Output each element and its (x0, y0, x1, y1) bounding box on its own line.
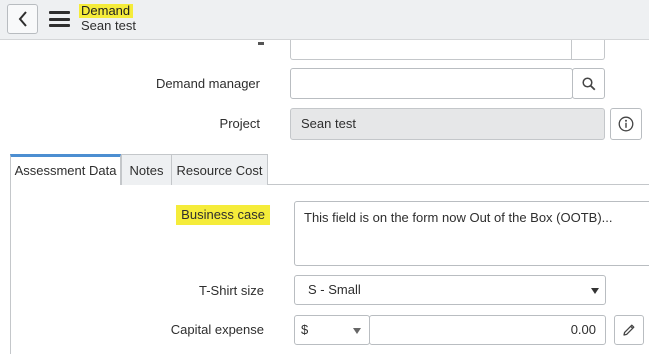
project-label: Project (219, 116, 260, 131)
chevron-left-icon (18, 11, 27, 27)
chevron-down-icon (591, 288, 599, 294)
pencil-icon (623, 324, 635, 336)
capital-expense-edit-button[interactable] (614, 315, 644, 345)
currency-value: $ (301, 322, 309, 337)
currency-select[interactable]: $ (294, 315, 370, 345)
demand-manager-input[interactable] (290, 68, 573, 99)
capital-expense-amount-input[interactable]: 0.00 (369, 315, 606, 345)
tshirt-size-select[interactable]: S - Small (294, 275, 606, 305)
chevron-down-icon (353, 328, 361, 334)
form-header: Demand Sean test (0, 0, 649, 40)
back-button[interactable] (7, 4, 38, 34)
record-type: Demand (79, 4, 134, 18)
record-name: Sean test (81, 18, 136, 33)
project-field: Sean test (290, 108, 605, 140)
tab-notes[interactable]: Notes (121, 154, 172, 185)
tshirt-size-value: S - Small (308, 282, 361, 297)
capital-expense-label: Capital expense (170, 322, 264, 337)
info-icon (618, 116, 634, 132)
project-info-button[interactable] (610, 108, 642, 140)
record-title: Demand Sean test (79, 4, 136, 33)
business-case-label: Business case (176, 205, 270, 225)
business-case-textarea[interactable]: This field is on the form now Out of the… (294, 201, 649, 266)
demand-manager-label: Demand manager (155, 76, 260, 91)
tab-resource-cost[interactable]: Resource Cost (171, 154, 268, 185)
tshirt-size-label: T-Shirt size (198, 283, 264, 298)
hamburger-icon[interactable] (49, 11, 70, 27)
clipped-field-input[interactable] (290, 40, 605, 60)
clipped-field-label (258, 40, 267, 46)
demand-manager-lookup-button[interactable] (572, 68, 605, 99)
business-case-label-wrap: Business case (120, 205, 270, 225)
search-icon (581, 76, 595, 90)
tab-assessment-data[interactable]: Assessment Data (10, 154, 121, 185)
